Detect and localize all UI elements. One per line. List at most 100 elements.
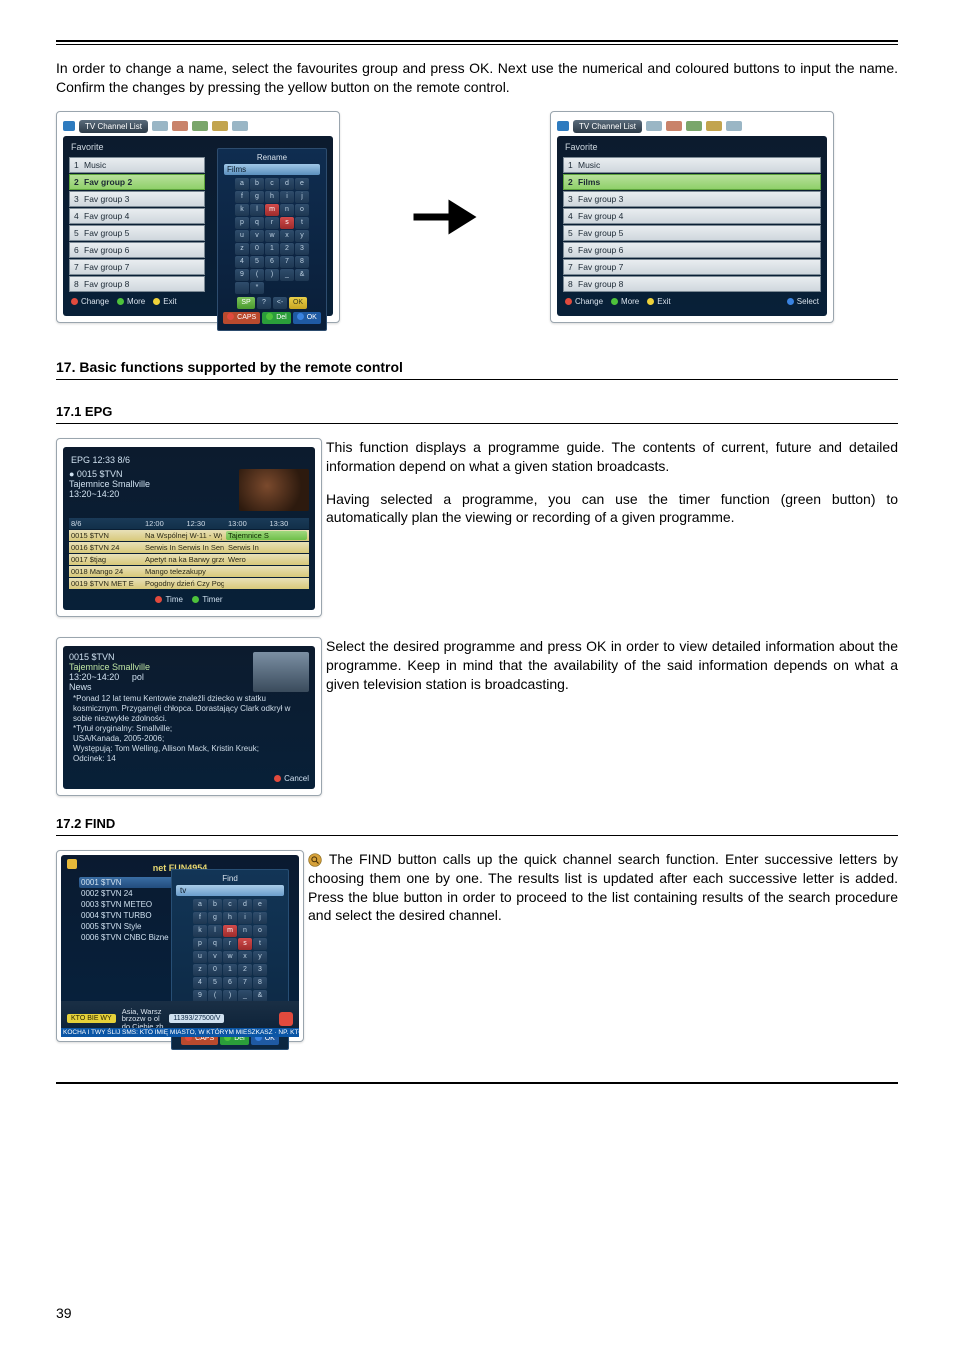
keypad-key[interactable]: 5 <box>208 977 222 989</box>
keypad-key[interactable]: t <box>253 938 267 950</box>
keypad-key[interactable]: e <box>295 178 309 190</box>
keypad-key[interactable]: p <box>235 217 249 229</box>
keypad-key[interactable]: a <box>193 899 207 911</box>
fav-row[interactable]: 3Fav group 3 <box>69 191 205 207</box>
keypad-key[interactable]: 7 <box>280 256 294 268</box>
keypad-key[interactable]: v <box>250 230 264 242</box>
keypad-key[interactable]: d <box>280 178 294 190</box>
ok-chip[interactable]: OK <box>293 312 321 324</box>
keypad-key[interactable]: r <box>265 217 279 229</box>
keypad-key[interactable]: h <box>223 912 237 924</box>
keypad-key[interactable]: m <box>265 204 279 216</box>
fav-row[interactable]: 6Fav group 6 <box>69 242 205 258</box>
keypad-key[interactable]: q <box>208 938 222 950</box>
keypad-key[interactable]: l <box>250 204 264 216</box>
fav-row[interactable]: 6Fav group 6 <box>563 242 821 258</box>
keypad-key[interactable]: y <box>253 951 267 963</box>
fav-row[interactable]: 8Fav group 8 <box>69 276 205 292</box>
keypad-key[interactable]: x <box>238 951 252 963</box>
keypad-key[interactable]: 0 <box>208 964 222 976</box>
find-input[interactable]: tv <box>176 885 284 896</box>
keypad-key[interactable]: g <box>250 191 264 203</box>
keypad-key[interactable]: j <box>295 191 309 203</box>
keypad-key[interactable]: 2 <box>238 964 252 976</box>
fav-row[interactable]: 5Fav group 5 <box>563 225 821 241</box>
fav-row[interactable]: 7Fav group 7 <box>69 259 205 275</box>
keypad-key[interactable]: 3 <box>253 964 267 976</box>
keypad-key[interactable]: z <box>193 964 207 976</box>
keypad-key[interactable]: n <box>280 204 294 216</box>
keypad-key[interactable]: u <box>193 951 207 963</box>
keypad-key[interactable]: k <box>193 925 207 937</box>
keypad-key[interactable]: a <box>235 178 249 190</box>
keypad-key[interactable]: b <box>250 178 264 190</box>
keypad-key[interactable]: c <box>223 899 237 911</box>
keypad-key[interactable]: p <box>193 938 207 950</box>
fav-row[interactable]: 1Music <box>69 157 205 173</box>
keypad-key[interactable] <box>235 282 249 294</box>
keypad-key[interactable]: 1 <box>223 964 237 976</box>
keypad-key[interactable]: e <box>253 899 267 911</box>
keypad-key[interactable]: * <box>250 282 264 294</box>
keypad-key[interactable]: v <box>208 951 222 963</box>
keypad-key[interactable]: _ <box>280 269 294 281</box>
detail-cancel[interactable]: Cancel <box>274 774 309 783</box>
keypad-key[interactable]: u <box>235 230 249 242</box>
caps-chip[interactable]: CAPS <box>223 312 260 324</box>
keypad-key[interactable]: 4 <box>193 977 207 989</box>
keypad-key[interactable]: 7 <box>238 977 252 989</box>
fav-row[interactable]: 2Fav group 2 <box>69 174 205 190</box>
keypad-key[interactable]: w <box>223 951 237 963</box>
key-back[interactable]: <- <box>273 297 287 309</box>
keypad-key[interactable]: 3 <box>295 243 309 255</box>
keypad-key[interactable]: f <box>235 191 249 203</box>
keypad-key[interactable]: s <box>280 217 294 229</box>
fav-row[interactable]: 7Fav group 7 <box>563 259 821 275</box>
keypad-key[interactable]: k <box>235 204 249 216</box>
keypad-key[interactable]: n <box>238 925 252 937</box>
keypad-key[interactable]: t <box>295 217 309 229</box>
fav-row[interactable]: 8Fav group 8 <box>563 276 821 292</box>
keypad-key[interactable]: x <box>280 230 294 242</box>
keypad-key[interactable]: 5 <box>250 256 264 268</box>
epg-row[interactable]: 0015 $TVNNa Wspólnej W-11 - WydzTajemnic… <box>69 530 309 541</box>
epg-row[interactable]: 0019 $TVN MET EPogodny dzień Czy Pogodny… <box>69 578 309 589</box>
keypad-key[interactable]: g <box>208 912 222 924</box>
keypad-key[interactable]: 8 <box>295 256 309 268</box>
keypad-key[interactable]: r <box>223 938 237 950</box>
epg-row[interactable]: 0018 Mango 24Mango telezakupy <box>69 566 309 577</box>
fav-row[interactable]: 1Music <box>563 157 821 173</box>
fav-row[interactable]: 3Fav group 3 <box>563 191 821 207</box>
keypad-key[interactable]: j <box>253 912 267 924</box>
keypad-key[interactable]: 0 <box>250 243 264 255</box>
keypad-key[interactable]: c <box>265 178 279 190</box>
keypad-key[interactable]: 9 <box>235 269 249 281</box>
keypad-key[interactable]: 2 <box>280 243 294 255</box>
keypad-key[interactable]: f <box>193 912 207 924</box>
keypad-key[interactable]: & <box>295 269 309 281</box>
keypad-key[interactable]: q <box>250 217 264 229</box>
keypad-key[interactable]: 1 <box>265 243 279 255</box>
keypad-key[interactable]: m <box>223 925 237 937</box>
epg-row[interactable]: 0016 $TVN 24Serwis In Serwis In Serwis I… <box>69 542 309 553</box>
key-sp[interactable]: SP <box>237 297 255 309</box>
del-chip[interactable]: Del <box>262 312 291 324</box>
key-ok[interactable]: OK <box>289 297 307 309</box>
keypad-key[interactable]: 4 <box>235 256 249 268</box>
fav-row[interactable]: 2Films <box>563 174 821 190</box>
fav-row[interactable]: 4Fav group 4 <box>563 208 821 224</box>
keypad-key[interactable]: 8 <box>253 977 267 989</box>
keypad-key[interactable]: i <box>238 912 252 924</box>
keypad-key[interactable]: z <box>235 243 249 255</box>
keypad-key[interactable]: ) <box>265 269 279 281</box>
epg-row[interactable]: 0017 $tjagApetyt na ka Barwy grzechuWero <box>69 554 309 565</box>
key-q[interactable]: ? <box>257 297 271 309</box>
keypad-key[interactable]: l <box>208 925 222 937</box>
keypad-key[interactable]: o <box>253 925 267 937</box>
keypad-key[interactable]: o <box>295 204 309 216</box>
fav-row[interactable]: 5Fav group 5 <box>69 225 205 241</box>
keypad-key[interactable]: d <box>238 899 252 911</box>
keypad-key[interactable]: h <box>265 191 279 203</box>
keypad-key[interactable]: 6 <box>265 256 279 268</box>
rename-input[interactable]: Films <box>224 164 320 175</box>
